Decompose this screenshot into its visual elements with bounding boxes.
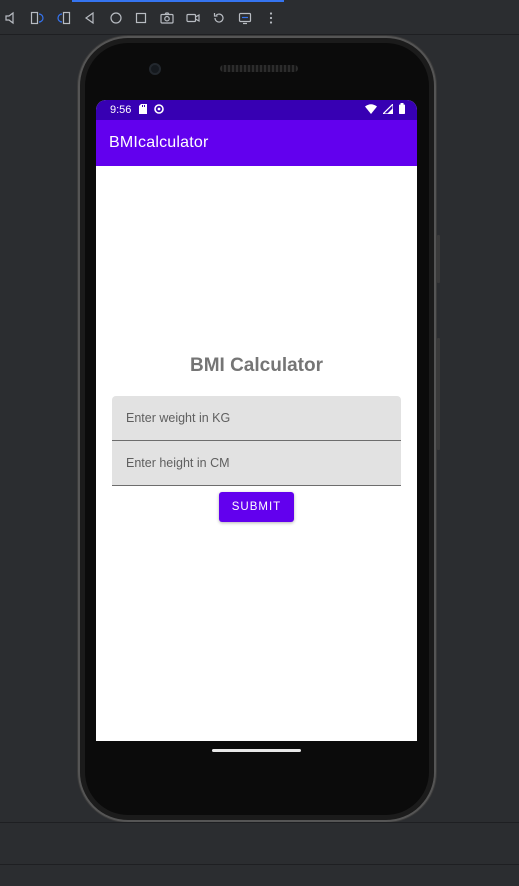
weight-input[interactable]	[126, 411, 401, 425]
back-icon[interactable]	[82, 10, 98, 26]
weight-field[interactable]	[112, 396, 401, 441]
snapshot-icon[interactable]	[211, 10, 227, 26]
app-title: BMIcalculator	[109, 134, 209, 151]
data-saver-icon	[154, 103, 165, 117]
page-title: BMI Calculator	[189, 355, 324, 376]
folded-icon[interactable]	[237, 10, 253, 26]
app-bar: BMIcalculator	[96, 120, 417, 166]
battery-icon	[399, 103, 405, 117]
ide-bottom-panel	[0, 822, 519, 864]
height-field[interactable]	[112, 441, 401, 486]
signal-icon	[381, 102, 394, 117]
status-time: 9:56	[110, 104, 132, 116]
screenshot-icon[interactable]	[159, 10, 175, 26]
earpiece-speaker	[220, 65, 298, 72]
sd-card-icon	[139, 103, 148, 117]
status-bar: 9:56	[96, 100, 417, 120]
overview-icon[interactable]	[133, 10, 149, 26]
more-icon[interactable]	[263, 10, 279, 26]
toolbar-progress-indicator	[72, 0, 284, 2]
power-button[interactable]	[437, 338, 440, 450]
gesture-home-bar[interactable]	[212, 749, 301, 752]
home-icon[interactable]	[108, 10, 124, 26]
screen-record-icon[interactable]	[185, 10, 201, 26]
device-screen: 9:56 BMIcalculator BMI Calculator Enter …	[96, 100, 417, 741]
height-input[interactable]	[126, 456, 401, 470]
rotate-right-icon[interactable]	[56, 10, 72, 26]
volume-button[interactable]	[437, 235, 440, 283]
submit-button[interactable]: SUBMIT	[219, 492, 294, 522]
ide-status-strip	[0, 864, 519, 886]
emulator-toolbar	[0, 0, 519, 35]
main-content: BMI Calculator SUBMIT	[96, 166, 417, 741]
rotate-left-icon[interactable]	[29, 10, 45, 26]
wifi-icon	[365, 103, 377, 117]
volume-icon[interactable]	[3, 10, 19, 26]
front-camera	[149, 63, 161, 75]
